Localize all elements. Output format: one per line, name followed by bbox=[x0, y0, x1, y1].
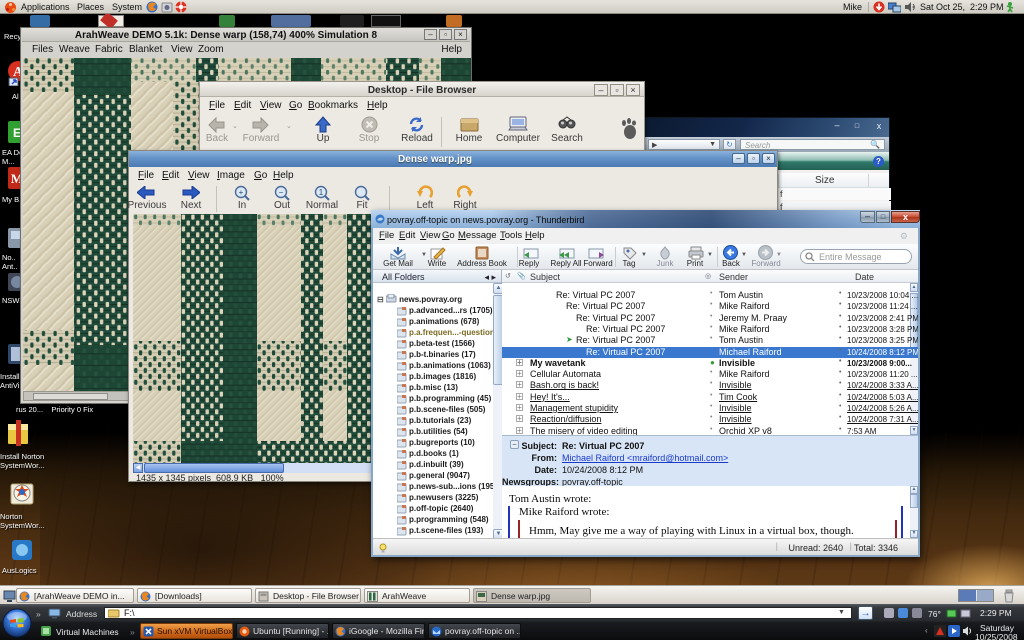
svg-text:1: 1 bbox=[319, 188, 324, 197]
svg-text:−: − bbox=[279, 188, 284, 197]
svg-text:+: + bbox=[239, 188, 244, 197]
